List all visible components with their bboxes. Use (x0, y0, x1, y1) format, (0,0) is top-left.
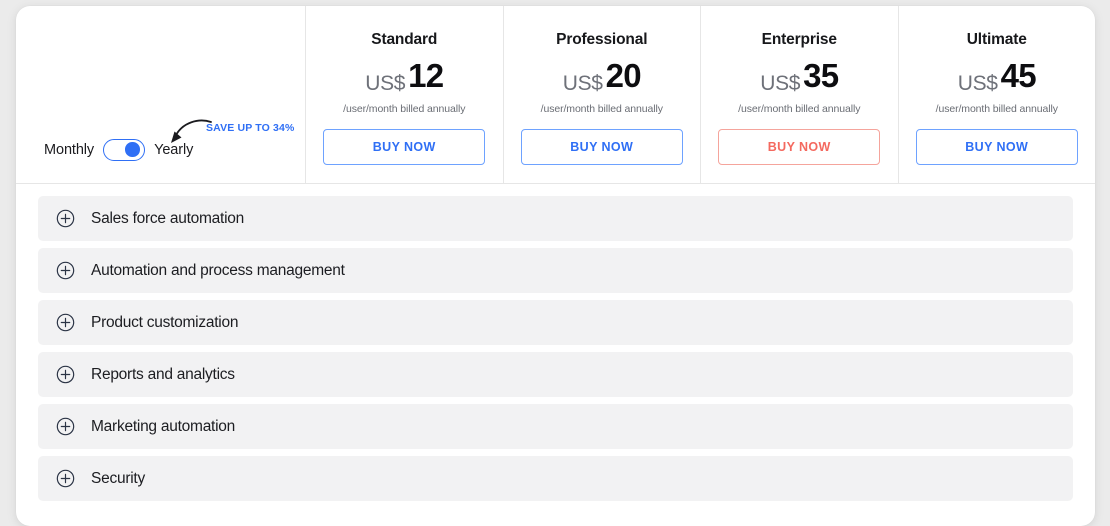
accordion-row-automation-and-process-management[interactable]: Automation and process management (38, 248, 1073, 293)
plan-name: Professional (556, 31, 648, 48)
accordion-label: Marketing automation (91, 417, 236, 435)
accordion-row-marketing-automation[interactable]: Marketing automation (38, 404, 1073, 449)
buy-now-button[interactable]: BUY NOW (915, 128, 1078, 165)
plan-amount: 45 (1000, 56, 1037, 94)
accordion-label: Sales force automation (91, 209, 245, 227)
plan-currency: US$ (957, 71, 998, 95)
plus-circle-icon[interactable] (56, 365, 75, 384)
feature-accordion: Sales force automation Automation and pr… (16, 184, 1095, 501)
plus-circle-icon[interactable] (56, 209, 75, 228)
plus-circle-icon[interactable] (56, 417, 75, 436)
plus-circle-icon[interactable] (56, 261, 75, 280)
accordion-label: Security (91, 469, 145, 487)
plus-circle-icon[interactable] (56, 313, 75, 332)
plan-period: /user/month billed annually (935, 102, 1058, 115)
buy-now-button[interactable]: BUY NOW (323, 128, 486, 165)
plan-price: US$35 (701, 59, 898, 94)
plan-amount: 35 (803, 56, 839, 94)
plan-currency: US$ (562, 71, 603, 95)
plan-card-professional: Professional US$20 /user/month billed an… (504, 6, 701, 183)
plan-price: US$20 (504, 59, 701, 94)
plan-name: Ultimate (966, 31, 1027, 48)
accordion-label: Product customization (91, 313, 239, 331)
plus-circle-icon[interactable] (56, 469, 75, 488)
plan-period: /user/month billed annually (343, 102, 466, 115)
plan-amount: 12 (408, 56, 444, 94)
accordion-row-security[interactable]: Security (38, 456, 1073, 501)
pricing-page-card: SAVE UP TO 34% Monthly Yearly Standard U… (16, 6, 1095, 526)
plan-currency: US$ (760, 71, 801, 95)
save-badge: SAVE UP TO 34% (206, 122, 295, 134)
accordion-label: Reports and analytics (91, 365, 235, 383)
plan-period: /user/month billed annually (738, 102, 861, 115)
billing-toggle-group[interactable]: Monthly Yearly (44, 139, 193, 161)
plan-currency: US$ (365, 71, 406, 95)
plan-price: US$12 (306, 59, 503, 94)
pricing-header-row: SAVE UP TO 34% Monthly Yearly Standard U… (16, 6, 1095, 184)
plan-name: Enterprise (761, 31, 837, 48)
plan-price: US$45 (899, 59, 1096, 94)
billing-toggle-cell: SAVE UP TO 34% Monthly Yearly (16, 6, 306, 183)
billing-period-switch[interactable] (103, 139, 146, 161)
plan-period: /user/month billed annually (540, 102, 663, 115)
toggle-label-yearly[interactable]: Yearly (154, 142, 193, 158)
toggle-label-monthly[interactable]: Monthly (44, 142, 94, 158)
plan-card-standard: Standard US$12 /user/month billed annual… (306, 6, 504, 183)
switch-knob (125, 142, 140, 157)
buy-now-button[interactable]: BUY NOW (520, 128, 683, 165)
plan-card-ultimate: Ultimate US$45 /user/month billed annual… (899, 6, 1096, 183)
plan-name: Standard (371, 31, 438, 48)
accordion-row-product-customization[interactable]: Product customization (38, 300, 1073, 345)
plan-amount: 20 (605, 56, 642, 94)
accordion-row-sales-force-automation[interactable]: Sales force automation (38, 196, 1073, 241)
accordion-label: Automation and process management (91, 261, 345, 279)
buy-now-button[interactable]: BUY NOW (718, 128, 881, 165)
accordion-row-reports-and-analytics[interactable]: Reports and analytics (38, 352, 1073, 397)
plan-card-enterprise: Enterprise US$35 /user/month billed annu… (701, 6, 899, 183)
